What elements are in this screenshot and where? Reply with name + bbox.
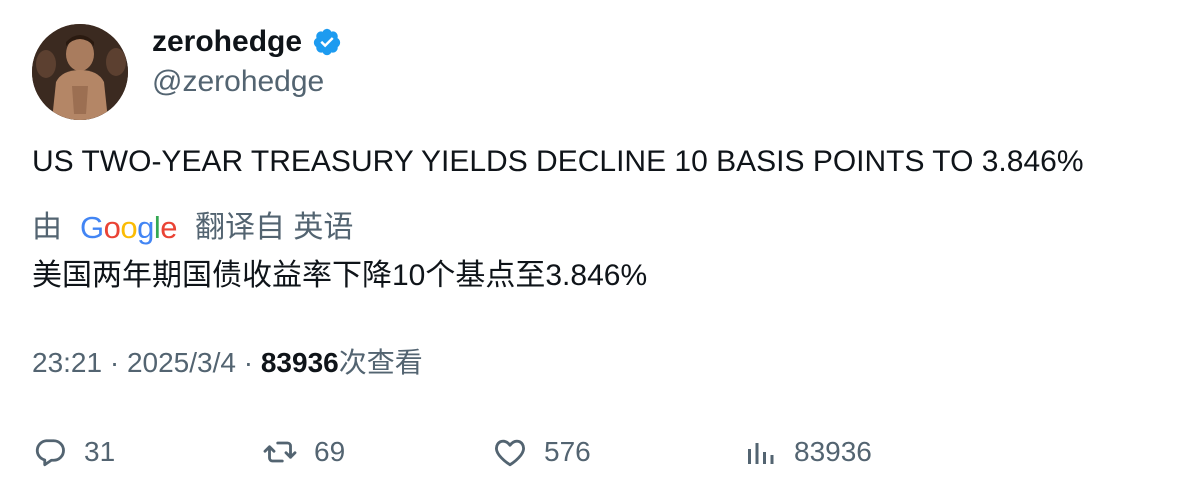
like-count: 576 <box>544 436 591 467</box>
views-count: 83936 <box>260 347 339 378</box>
tweet-text: US TWO-YEAR TREASURY YIELDS DECLINE 10 B… <box>32 145 1084 178</box>
avatar[interactable] <box>32 24 128 120</box>
retweet-button[interactable]: 69 <box>262 430 345 474</box>
user-handle[interactable]: @zerohedge <box>152 64 324 100</box>
translated-text: 美国两年期国债收益率下降10个基点至3.846% <box>32 259 648 292</box>
meta-separator: · <box>109 347 127 378</box>
like-button[interactable]: 576 <box>492 430 591 474</box>
avatar-image <box>32 24 128 120</box>
reply-count: 31 <box>84 436 116 467</box>
action-bar: 31 69 576 83936 <box>0 430 1196 474</box>
bar-chart-icon <box>742 434 778 470</box>
tweet-meta: 23:21 · 2025/3/4 · 83936次查看 <box>32 345 423 381</box>
translation-attribution: 由 Google 翻译自 英语 <box>32 209 353 247</box>
tweet-time[interactable]: 23:21 <box>32 347 102 378</box>
retweet-icon <box>262 434 298 470</box>
display-name[interactable]: zerohedge <box>152 24 342 60</box>
views-button[interactable]: 83936 <box>742 430 872 474</box>
translation-prefix: 由 <box>32 211 62 244</box>
reply-button[interactable]: 31 <box>32 430 115 474</box>
views-action-count: 83936 <box>794 436 872 467</box>
verified-badge-icon[interactable] <box>312 27 342 57</box>
retweet-count: 69 <box>314 436 346 467</box>
google-logo: Google <box>80 210 178 245</box>
heart-icon <box>492 434 528 470</box>
views-label: 次查看 <box>338 347 423 378</box>
display-name-text: zerohedge <box>152 25 303 58</box>
translation-suffix[interactable]: 翻译自 英语 <box>195 209 353 247</box>
tweet-date[interactable]: 2025/3/4 <box>127 347 236 378</box>
meta-separator: · <box>243 347 261 378</box>
tweet-card: zerohedge @zerohedge US TWO-YEAR TREASUR… <box>0 0 1196 498</box>
reply-icon <box>32 434 68 470</box>
